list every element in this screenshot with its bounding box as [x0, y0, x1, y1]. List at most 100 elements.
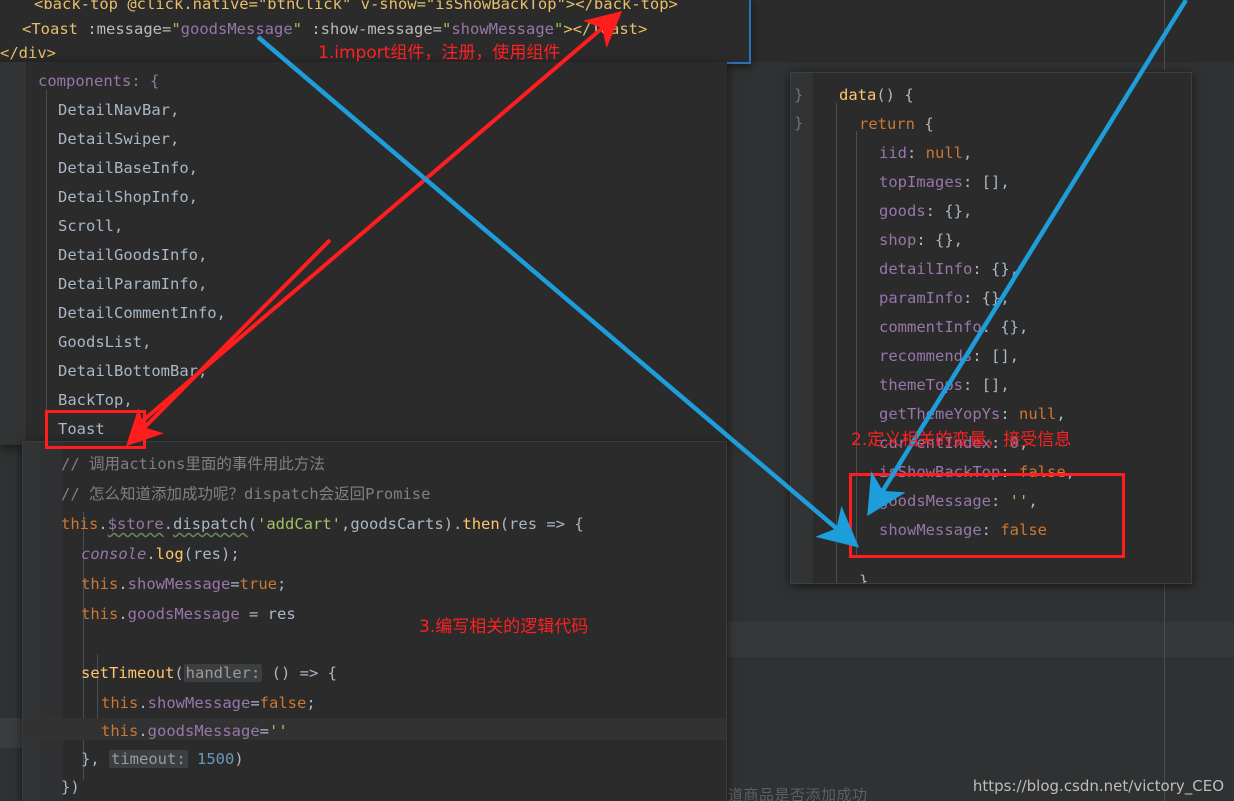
data-code-panel[interactable]: } } data() { return { iid: null, topImage…	[790, 72, 1192, 584]
data-entry: getThemeYopYs: null,	[879, 406, 1066, 422]
component-item-label: DetailParamInfo,	[58, 275, 208, 293]
backtop-tag-text: <back-top @click.native="btnClick" v-sho…	[34, 0, 678, 13]
dispatch-dot1: .	[98, 515, 108, 533]
close-timeout-brace: },	[81, 750, 109, 768]
data-entry-colon: :	[1000, 405, 1019, 423]
inner2-dot: .	[138, 722, 148, 740]
screenshot-root: } 道商品是否添加成功 <back-top @click.native="btn…	[0, 0, 1234, 801]
logic-code-panel[interactable]: // 调用actions里面的事件用此方法 // 怎么知道添加成功呢？dispa…	[22, 441, 727, 801]
data-entry: goods: {},	[879, 203, 972, 219]
components-code-panel[interactable]: components: { DetailNavBar, DetailSwiper,…	[0, 62, 727, 445]
data-entry-colon: :	[972, 347, 991, 365]
toast-prop-message-q1: "	[171, 20, 181, 38]
data-entry-key: goods	[879, 202, 926, 220]
dispatch-arg2: goodsCarts	[350, 515, 444, 533]
data-entry: recommends: [],	[879, 348, 1019, 364]
assign1-val: true	[239, 575, 277, 593]
toast-prop-message: :message=	[78, 20, 172, 38]
close-timeout-num: 1500	[187, 750, 235, 768]
component-item: DetailShopInfo,	[58, 189, 198, 205]
logic-comment-1-text: // 调用actions里面的事件用此方法	[61, 455, 325, 473]
settimeout-fn: setTimeout	[81, 664, 175, 682]
dispatch-then-paren: (	[499, 515, 510, 533]
component-item: Toast	[58, 421, 105, 437]
data-entry-colon: :	[1000, 463, 1019, 481]
logic-comment-2: // 怎么知道添加成功呢？dispatch会返回Promise	[61, 486, 430, 502]
bg-strip-a	[725, 622, 1234, 657]
component-item: Scroll,	[58, 218, 123, 234]
data-fold-marker-1[interactable]: }	[794, 87, 803, 103]
data-entry: detailInfo: {},	[879, 261, 1019, 277]
assign2-val: res	[267, 605, 296, 623]
data-entry-comma: ,	[963, 202, 973, 220]
inner2-this: this	[101, 722, 139, 740]
components-header-text: components: {	[38, 72, 160, 90]
div-close-tag: </div>	[0, 44, 56, 62]
data-entry-key: paramInfo	[879, 289, 963, 307]
data-entry-colon: :	[963, 173, 982, 191]
assign1-semi: ;	[277, 575, 287, 593]
components-gutter[interactable]	[0, 62, 26, 445]
data-entry-key: commentInfo	[879, 318, 982, 336]
code-line-backtop: <back-top @click.native="btnClick" v-sho…	[34, 0, 678, 12]
data-entry: showMessage: false	[879, 522, 1047, 538]
assign1-eq: =	[230, 575, 240, 593]
toast-prop-message-q2: "	[292, 20, 302, 38]
data-entry-comma: ,	[1028, 492, 1038, 510]
data-entry: isShowBackTop: false,	[879, 464, 1075, 480]
logic-gutter-b[interactable]	[41, 442, 63, 801]
logic-close-timeout-line: }, timeout: 1500)	[81, 750, 244, 768]
dispatch-arg-string: 'addCart'	[257, 515, 342, 533]
settimeout-lambda: () => {	[262, 664, 337, 682]
inner1-semi: ;	[306, 694, 316, 712]
settimeout-paren: (	[174, 664, 184, 682]
dispatch-brace: {	[574, 515, 584, 533]
data-entry-value: []	[991, 347, 1010, 365]
data-entry-colon: :	[907, 144, 926, 162]
toast-open-tag: <Toast	[22, 20, 78, 38]
bg-vrule-bottom	[1164, 580, 1165, 801]
logic-console-line: console.log(res);	[81, 546, 240, 562]
dispatch-comma: ,	[341, 515, 351, 533]
component-item: DetailBottomBar,	[58, 363, 207, 379]
data-entry-value: []	[981, 376, 1001, 394]
logic-gutter-a[interactable]	[23, 442, 41, 801]
assign2-prop: goodsMessage	[127, 605, 240, 623]
data-return-brace: {	[924, 115, 934, 133]
data-entry-comma: ,	[1000, 289, 1010, 307]
data-entry-value: null	[1019, 405, 1057, 423]
data-entry: iid: null,	[879, 145, 972, 161]
data-gutter[interactable]	[791, 73, 813, 583]
console-args: (res);	[183, 545, 240, 563]
dispatch-res: res	[509, 515, 538, 533]
data-entry-key: detailInfo	[879, 260, 973, 278]
data-entry-comma: ,	[1056, 405, 1066, 423]
component-item-label: DetailShopInfo,	[58, 188, 198, 206]
dispatch-store: $store	[107, 515, 164, 533]
data-entry-comma: ,	[1065, 463, 1076, 481]
component-item: DetailCommentInfo,	[58, 305, 226, 321]
dispatch-paren: (	[247, 515, 258, 533]
component-item-label: Toast	[58, 420, 105, 438]
data-entry-comma: ,	[953, 231, 964, 249]
toast-gt: >	[563, 20, 573, 38]
dispatch-method: dispatch	[173, 515, 248, 533]
dispatch-arrow: =>	[537, 515, 575, 533]
inner1-val: false	[259, 694, 307, 712]
logic-comment-2-text: // 怎么知道添加成功呢？dispatch会返回Promise	[61, 485, 431, 503]
data-entry-key: iid	[879, 144, 907, 162]
data-entry-colon: :	[981, 318, 1001, 336]
data-entry-colon: :	[963, 289, 982, 307]
data-entry-comma: ,	[1019, 318, 1029, 336]
data-entry-colon: :	[990, 492, 1010, 510]
toast-close-tag: </Toast>	[572, 20, 648, 38]
logic-close-then-line: })	[61, 779, 80, 795]
data-entry-colon: :	[963, 376, 982, 394]
data-entry: commentInfo: {},	[879, 319, 1028, 335]
inner2-eq: =	[259, 722, 269, 740]
component-item: GoodsList,	[58, 334, 151, 350]
data-entry-comma: ,	[1000, 173, 1010, 191]
data-entry-value: {}	[991, 260, 1010, 278]
assign2-dot: .	[118, 605, 128, 623]
data-fold-marker-2[interactable]: }	[794, 115, 803, 131]
